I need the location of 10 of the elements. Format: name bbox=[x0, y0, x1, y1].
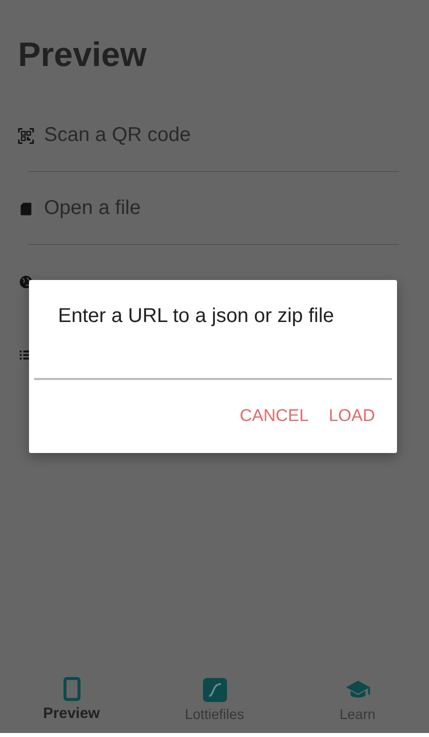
menu-item-label[interactable]: Open a file bbox=[44, 197, 141, 220]
sd-card-icon bbox=[18, 200, 34, 216]
dialog-title: Enter a URL to a json or zip file bbox=[58, 305, 334, 328]
page-title: Preview bbox=[18, 36, 147, 75]
qr-code-icon bbox=[18, 128, 34, 144]
dialog-button[interactable]: CANCEL bbox=[234, 398, 315, 434]
menu-item-label[interactable]: Scan a QR code bbox=[44, 124, 191, 147]
curve-icon bbox=[202, 678, 226, 702]
nav-tab[interactable]: Preview bbox=[0, 668, 143, 733]
dialog-button[interactable]: LOAD bbox=[322, 398, 381, 434]
